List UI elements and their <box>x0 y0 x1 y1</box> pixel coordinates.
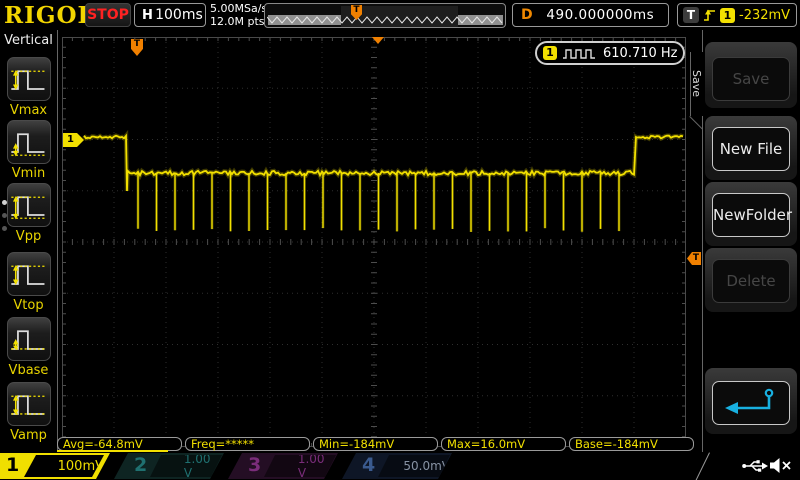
vtop-button[interactable] <box>7 252 51 296</box>
memory-depth: 12.0M pts <box>210 15 267 28</box>
new-folder-button[interactable]: NewFolder <box>712 193 790 237</box>
channel-status-bar: 1 100mV 2 1.00 V 3 1.00 V 4 <box>0 452 800 480</box>
square-wave-icon <box>562 47 598 60</box>
vbase-label: Vbase <box>0 363 57 378</box>
vbase-button[interactable] <box>7 317 51 361</box>
trigger-level-marker[interactable]: T <box>687 252 701 265</box>
rising-edge-icon <box>703 8 716 23</box>
page-dot <box>2 226 7 231</box>
channel2-number: 2 <box>134 454 147 476</box>
channel1-number: 1 <box>6 454 19 476</box>
waveform-memory-preview[interactable]: T <box>264 3 506 28</box>
trigger-info-box[interactable]: T 1 -232mV <box>677 3 797 27</box>
delay-box[interactable]: D 490.000000ms <box>512 3 669 27</box>
menu-tab-save: Save <box>690 52 703 116</box>
save-button[interactable]: Save <box>712 57 790 101</box>
back-button[interactable] <box>712 381 790 425</box>
vamp-icon <box>8 383 50 425</box>
measurement-freq: Freq=***** <box>185 437 310 451</box>
usb-icon <box>742 458 768 474</box>
measurement-avg: Avg=-64.8mV <box>57 437 182 451</box>
channel3-tab[interactable]: 3 1.00 V <box>228 453 338 479</box>
vbase-icon <box>8 318 50 360</box>
new-file-button[interactable]: New File <box>712 127 790 171</box>
measurement-min: Min=-184mV <box>313 437 438 451</box>
horizontal-center-icon <box>372 37 384 44</box>
channel2-tab[interactable]: 2 1.00 V <box>114 453 224 479</box>
vmin-button[interactable] <box>7 120 51 164</box>
return-arrow-icon <box>713 382 789 422</box>
preview-wave <box>267 6 503 27</box>
channel1-scale: 100mV <box>58 459 104 474</box>
vpp-icon <box>8 184 50 226</box>
vamp-button[interactable] <box>7 382 51 426</box>
measurement-base: Base=-184mV <box>569 437 694 451</box>
sound-muted-icon <box>770 457 792 474</box>
acquisition-info: 5.00MSa/s 12.0M pts <box>210 2 267 28</box>
freq-source-badge: 1 <box>543 46 557 60</box>
vmax-label: Vmax <box>0 103 57 118</box>
vmax-icon <box>8 58 50 100</box>
delete-button[interactable]: Delete <box>712 259 790 303</box>
trigger-label: T <box>683 7 699 23</box>
vamp-label: Vamp <box>0 428 57 443</box>
oscilloscope-screen: RIGOL STOP H 100ms 5.00MSa/s 12.0M pts T… <box>0 0 800 480</box>
horizontal-timebase-box[interactable]: H 100ms <box>134 3 206 27</box>
vmax-button[interactable] <box>7 57 51 101</box>
sample-rate: 5.00MSa/s <box>210 2 267 15</box>
menu-tab-notch <box>689 116 702 129</box>
vpp-label: Vpp <box>0 229 57 244</box>
left-menu-separator <box>57 30 58 452</box>
channel1-waveform <box>62 37 686 447</box>
channel4-scale: 50.0mV <box>403 459 450 473</box>
page-dot-active <box>2 200 7 205</box>
channel4-number: 4 <box>362 454 375 476</box>
measurement-bar: Avg=-64.8mV Freq=***** Min=-184mV Max=16… <box>57 437 694 451</box>
channel3-number: 3 <box>248 454 261 476</box>
trigger-source-badge: 1 <box>720 8 735 23</box>
timebase-value: 100ms <box>153 7 205 23</box>
delay-value: 490.000000ms <box>533 7 668 23</box>
run-state-indicator: STOP <box>85 3 131 27</box>
rigol-logo: RIGOL <box>4 2 95 29</box>
vmin-label: Vmin <box>0 166 57 181</box>
vtop-label: Vtop <box>0 298 57 313</box>
frequency-counter: 1 610.710 Hz <box>535 41 685 65</box>
vmin-icon <box>8 121 50 163</box>
vtop-icon <box>8 253 50 295</box>
measurement-max: Max=16.0mV <box>441 437 566 451</box>
trigger-level-value: -232mV <box>739 8 790 23</box>
page-dot <box>2 213 7 218</box>
channel2-scale: 1.00 V <box>184 452 222 480</box>
horizontal-label: H <box>142 8 153 23</box>
channel1-tab[interactable]: 1 100mV <box>0 453 110 479</box>
vpp-button[interactable] <box>7 183 51 227</box>
channel3-scale: 1.00 V <box>298 452 336 480</box>
channel4-tab[interactable]: 4 50.0mV <box>342 453 452 479</box>
frequency-value: 610.710 Hz <box>603 46 678 61</box>
left-menu-title: Vertical <box>0 33 57 48</box>
delay-label: D <box>521 7 533 23</box>
